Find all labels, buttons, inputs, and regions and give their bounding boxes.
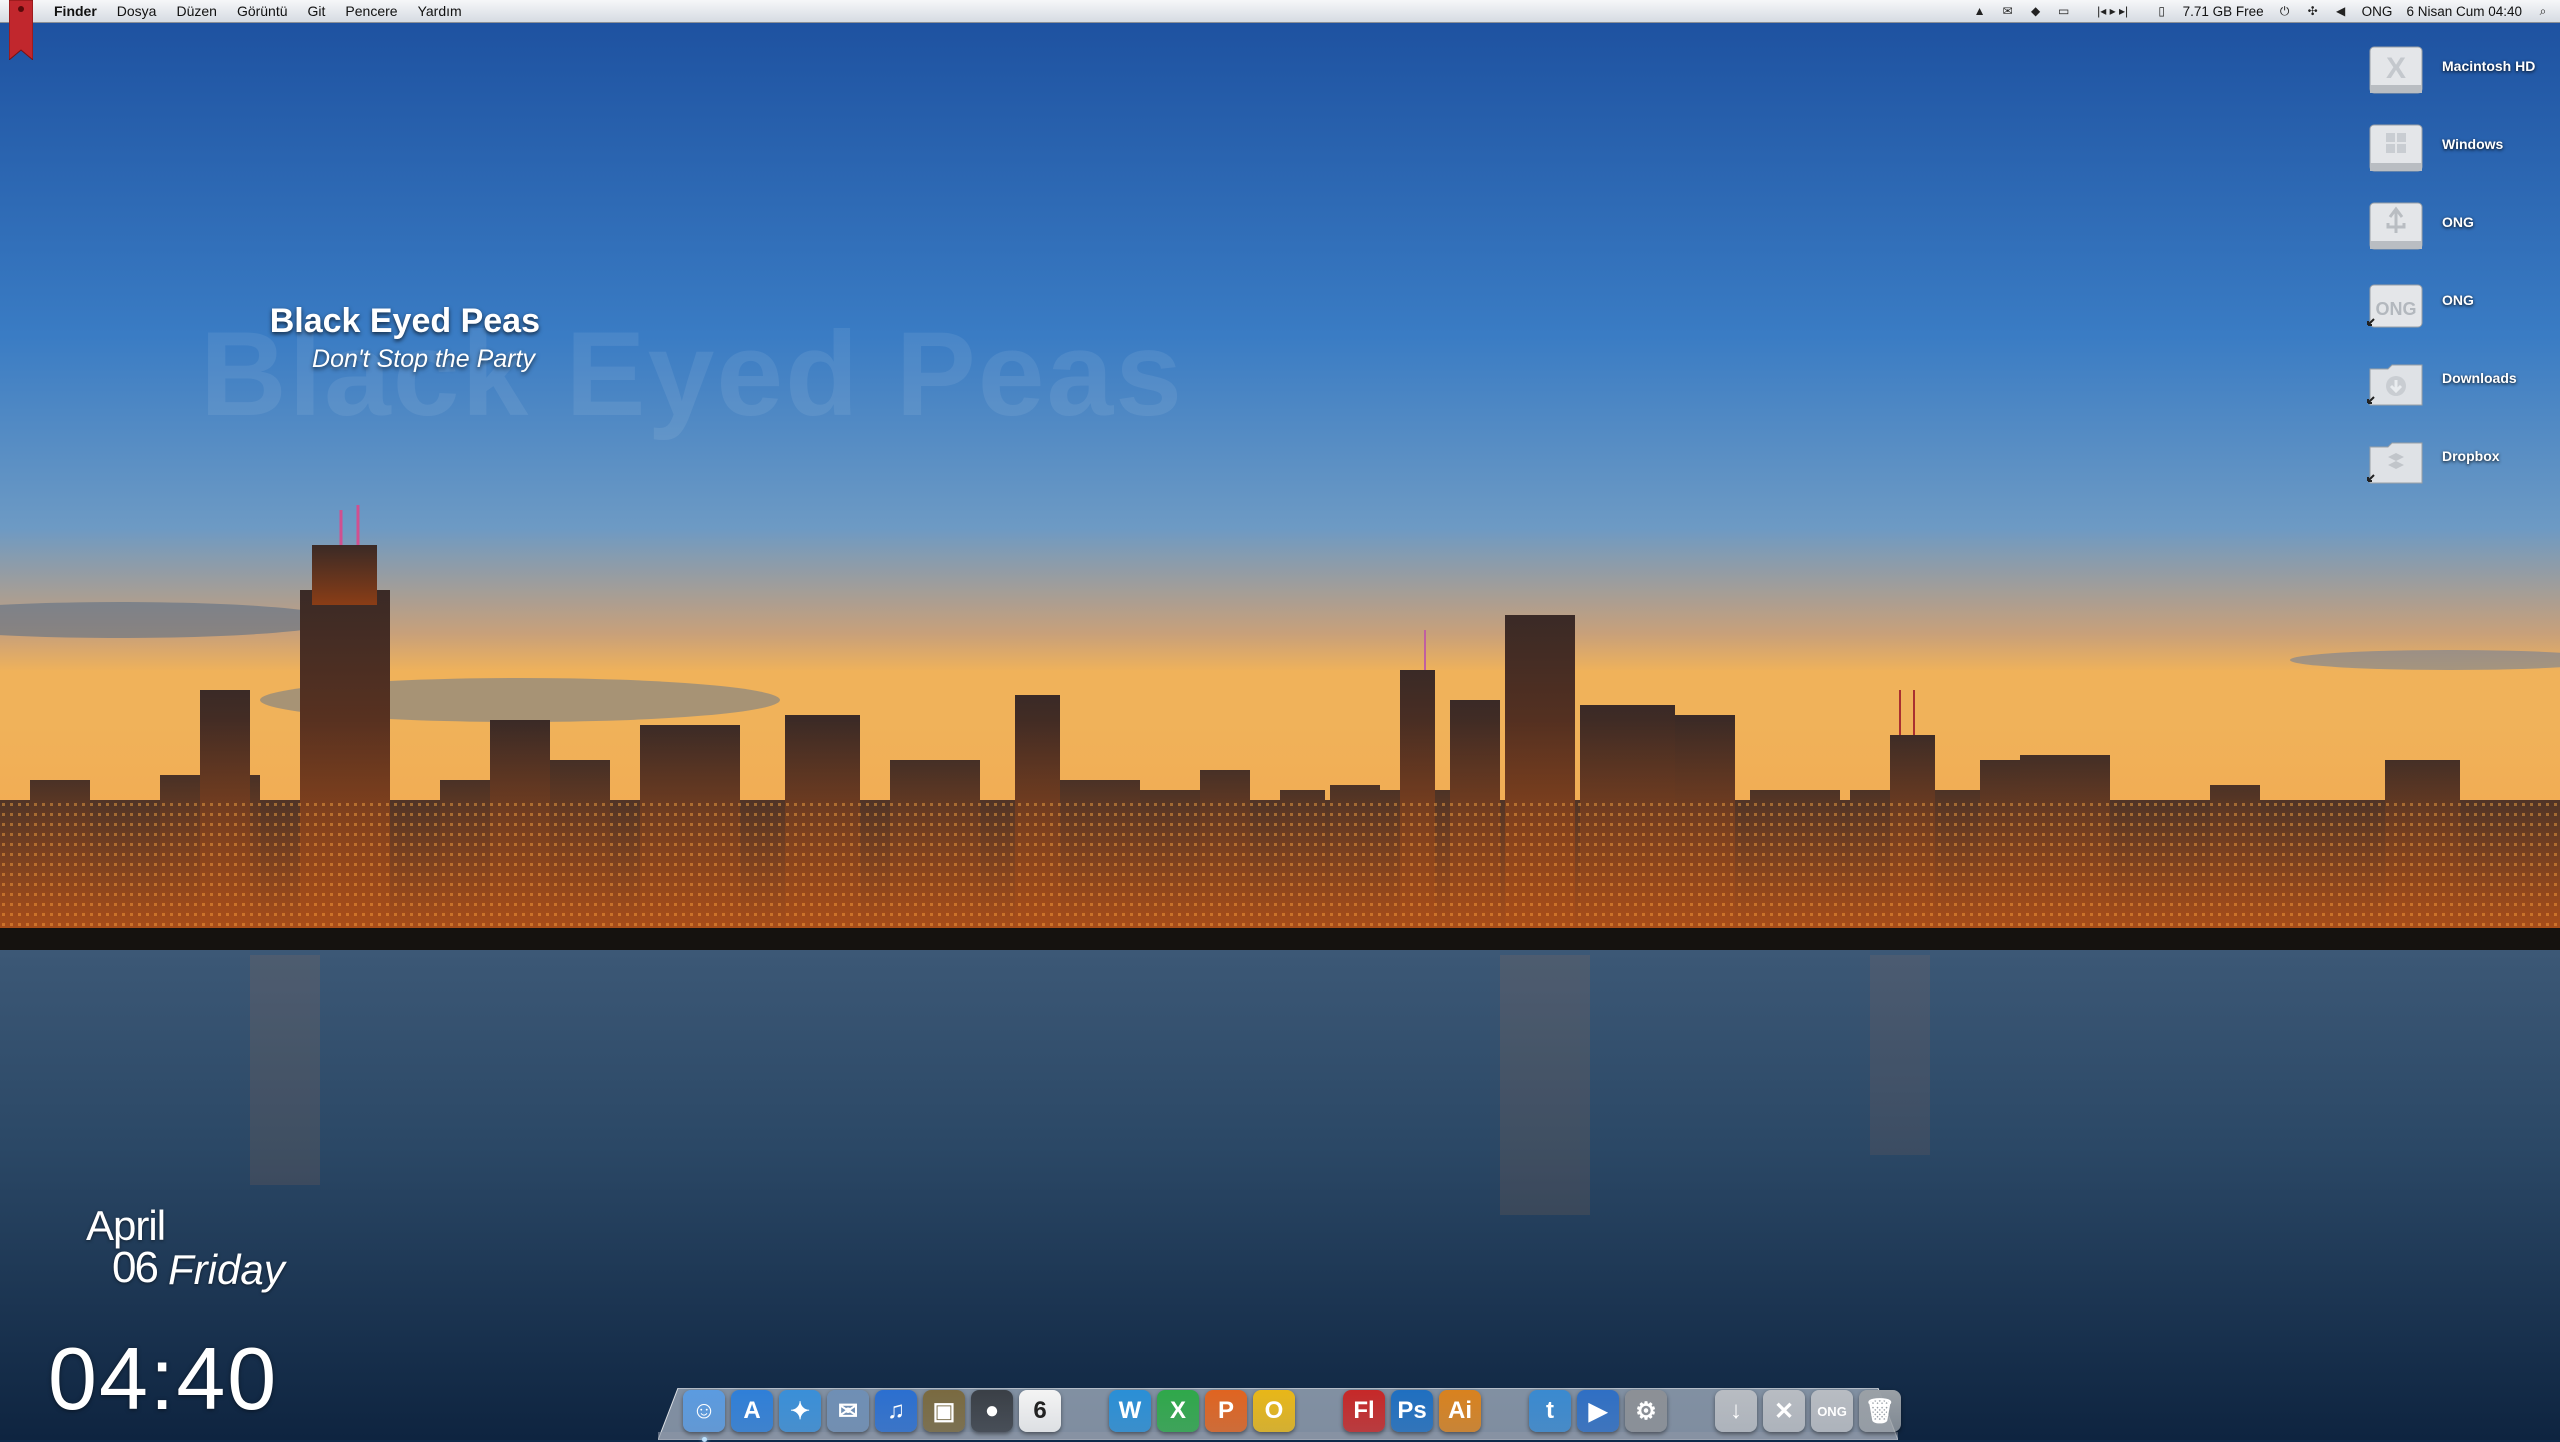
desktop-item-label: Downloads bbox=[2442, 370, 2517, 386]
desktop-item-label: ONG bbox=[2442, 214, 2474, 230]
svg-text:X: X bbox=[2386, 52, 2406, 85]
dock-item-glyph: ONG bbox=[1817, 1403, 1847, 1419]
menu-git[interactable]: Git bbox=[308, 3, 326, 19]
menu-yardim[interactable]: Yardım bbox=[418, 3, 462, 19]
dock-item-glyph: 🗑 bbox=[1864, 1397, 1896, 1425]
dock-item-glyph: ▣ bbox=[932, 1397, 956, 1425]
menu-bar-menus: Finder Dosya Düzen Görüntü Git Pencere Y… bbox=[54, 0, 462, 22]
dock-item-glyph: A bbox=[743, 1397, 761, 1424]
menu-bar-status: ▲ ✉ ◆ ▭ |◂ ▸ ▸| ▯ 7.71 GB Free ⏻ ✣ ◀ ONG… bbox=[1973, 0, 2550, 22]
ong-stack-icon[interactable]: ONG bbox=[1811, 1390, 1853, 1432]
outlook-icon[interactable]: O bbox=[1253, 1390, 1295, 1432]
desktop-item-macintosh-hd[interactable]: X Macintosh HD bbox=[2366, 32, 2556, 110]
desktop-item-downloads[interactable]: Downloads bbox=[2366, 344, 2556, 422]
dock-item-glyph: Ai bbox=[1448, 1397, 1472, 1424]
dock-item-glyph: ↓ bbox=[1730, 1397, 1742, 1424]
svg-text:ONG: ONG bbox=[2375, 299, 2416, 319]
iphoto-icon[interactable]: ▣ bbox=[923, 1390, 965, 1432]
dock-item-glyph: ● bbox=[984, 1397, 1000, 1424]
now-playing-artist: Black Eyed Peas bbox=[269, 302, 540, 340]
app-store-icon[interactable]: A bbox=[731, 1390, 773, 1432]
desktop-item-windows[interactable]: Windows bbox=[2366, 110, 2556, 188]
twitter-icon[interactable]: t bbox=[1529, 1390, 1571, 1432]
dock-item-glyph: ☺ bbox=[691, 1397, 717, 1424]
menu-bar: Finder Dosya Düzen Görüntü Git Pencere Y… bbox=[0, 0, 2560, 23]
dock-item-glyph: ▶ bbox=[1588, 1397, 1608, 1425]
power-icon[interactable]: ⏻ bbox=[2278, 4, 2292, 18]
dock-item-glyph: ♫ bbox=[887, 1397, 905, 1424]
itunes-icon[interactable]: ♫ bbox=[875, 1390, 917, 1432]
disk-free-label[interactable]: 7.71 GB Free bbox=[2183, 4, 2264, 19]
menu-pencere[interactable]: Pencere bbox=[345, 3, 397, 19]
downloads-folder-alias-icon bbox=[2367, 364, 2423, 406]
system-preferences-icon[interactable]: ⚙ bbox=[1625, 1390, 1667, 1432]
now-playing-track: Don't Stop the Party bbox=[312, 345, 535, 373]
excel-icon[interactable]: X bbox=[1157, 1390, 1199, 1432]
desktop-item-ong-alias[interactable]: ONG ONG bbox=[2366, 266, 2556, 344]
menu-dosya[interactable]: Dosya bbox=[117, 3, 157, 19]
dock-item-glyph: ⚙ bbox=[1635, 1397, 1657, 1425]
desktop-item-dropbox[interactable]: Dropbox bbox=[2366, 422, 2556, 500]
menu-goruntu[interactable]: Görüntü bbox=[237, 3, 288, 19]
word-icon[interactable]: W bbox=[1109, 1390, 1151, 1432]
dock-item-glyph: ✉ bbox=[837, 1397, 859, 1425]
clock-widget-time: 04:40 bbox=[48, 1329, 279, 1428]
desktop-item-label: Macintosh HD bbox=[2442, 58, 2536, 74]
photoshop-icon[interactable]: Ps bbox=[1391, 1390, 1433, 1432]
hard-drive-windows-icon bbox=[2369, 124, 2423, 172]
dock-item-glyph: t bbox=[1546, 1397, 1554, 1424]
menu-finder[interactable]: Finder bbox=[54, 3, 97, 19]
desktop-icon-column: X Macintosh HD Windows ONG ONG ONG Downl… bbox=[2366, 32, 2556, 500]
dock-item-glyph: Fl bbox=[1353, 1397, 1375, 1424]
dock-item-glyph: ✦ bbox=[789, 1397, 811, 1425]
bookmark-ribbon-icon[interactable] bbox=[9, 0, 33, 60]
menu-duzen[interactable]: Düzen bbox=[176, 3, 216, 19]
menu-bar-clock[interactable]: 6 Nisan Cum 04:40 bbox=[2406, 4, 2522, 19]
dock-item-glyph: P bbox=[1217, 1397, 1234, 1424]
mail-stamp-icon[interactable]: ✉ bbox=[827, 1390, 869, 1432]
applications-stack-icon[interactable]: ✕ bbox=[1763, 1390, 1805, 1432]
trash-icon[interactable]: 🗑 bbox=[1859, 1390, 1901, 1432]
dock: ☺ A ✦ ✉ ♫ ▣ ● 6 W X P O Fl Ps Ai t ▶ ⚙ ↓ ✕ ONG 🗑 bbox=[680, 1376, 1904, 1442]
desktop-item-label: Windows bbox=[2442, 136, 2504, 152]
desktop-item-label: Dropbox bbox=[2442, 448, 2500, 464]
dropbox-icon[interactable]: ◆ bbox=[2029, 4, 2043, 18]
quicktime-icon[interactable]: ▶ bbox=[1577, 1390, 1619, 1432]
mail-icon[interactable]: ✉ bbox=[2001, 4, 2015, 18]
illustrator-icon[interactable]: Ai bbox=[1439, 1390, 1481, 1432]
date-widget-weekday: Friday bbox=[168, 1246, 285, 1293]
desktop-wallpaper bbox=[0, 0, 2560, 1440]
downloads-stack-icon[interactable]: ↓ bbox=[1715, 1390, 1757, 1432]
hard-drive-x-icon: X bbox=[2369, 46, 2423, 94]
facetime-icon[interactable]: ● bbox=[971, 1390, 1013, 1432]
flash-icon[interactable]: Fl bbox=[1343, 1390, 1385, 1432]
usb-drive-icon bbox=[2369, 202, 2423, 250]
date-widget-day: 06 bbox=[112, 1243, 159, 1292]
spotlight-icon[interactable]: ⌕ bbox=[2536, 4, 2550, 18]
desktop-item-ong-drive[interactable]: ONG bbox=[2366, 188, 2556, 266]
dock-item-glyph: O bbox=[1264, 1397, 1284, 1424]
dock-item-glyph: X bbox=[1169, 1397, 1186, 1424]
user-menu[interactable]: ONG bbox=[2362, 4, 2393, 19]
dock-item-glyph: 6 bbox=[1033, 1397, 1047, 1424]
desktop-item-label: ONG bbox=[2442, 292, 2474, 308]
bluetooth-icon[interactable]: ✣ bbox=[2306, 4, 2320, 18]
finder-icon[interactable]: ☺ bbox=[683, 1390, 725, 1442]
powerpoint-icon[interactable]: P bbox=[1205, 1390, 1247, 1432]
ong-folder-alias-icon: ONG bbox=[2367, 284, 2423, 328]
dock-item-glyph: ✕ bbox=[1773, 1397, 1795, 1425]
ical-icon[interactable]: 6 bbox=[1019, 1390, 1061, 1432]
display-icon[interactable]: ▭ bbox=[2057, 4, 2071, 18]
dock-item-glyph: Ps bbox=[1397, 1397, 1427, 1424]
media-controls-icon[interactable]: |◂ ▸ ▸| bbox=[2085, 4, 2141, 18]
dropbox-folder-alias-icon bbox=[2367, 442, 2423, 484]
safari-icon[interactable]: ✦ bbox=[779, 1390, 821, 1432]
disk-icon: ▯ bbox=[2158, 4, 2165, 18]
dock-item-glyph: W bbox=[1118, 1397, 1142, 1424]
hat-icon[interactable]: ▲ bbox=[1973, 4, 1987, 18]
volume-icon[interactable]: ◀ bbox=[2334, 4, 2348, 18]
